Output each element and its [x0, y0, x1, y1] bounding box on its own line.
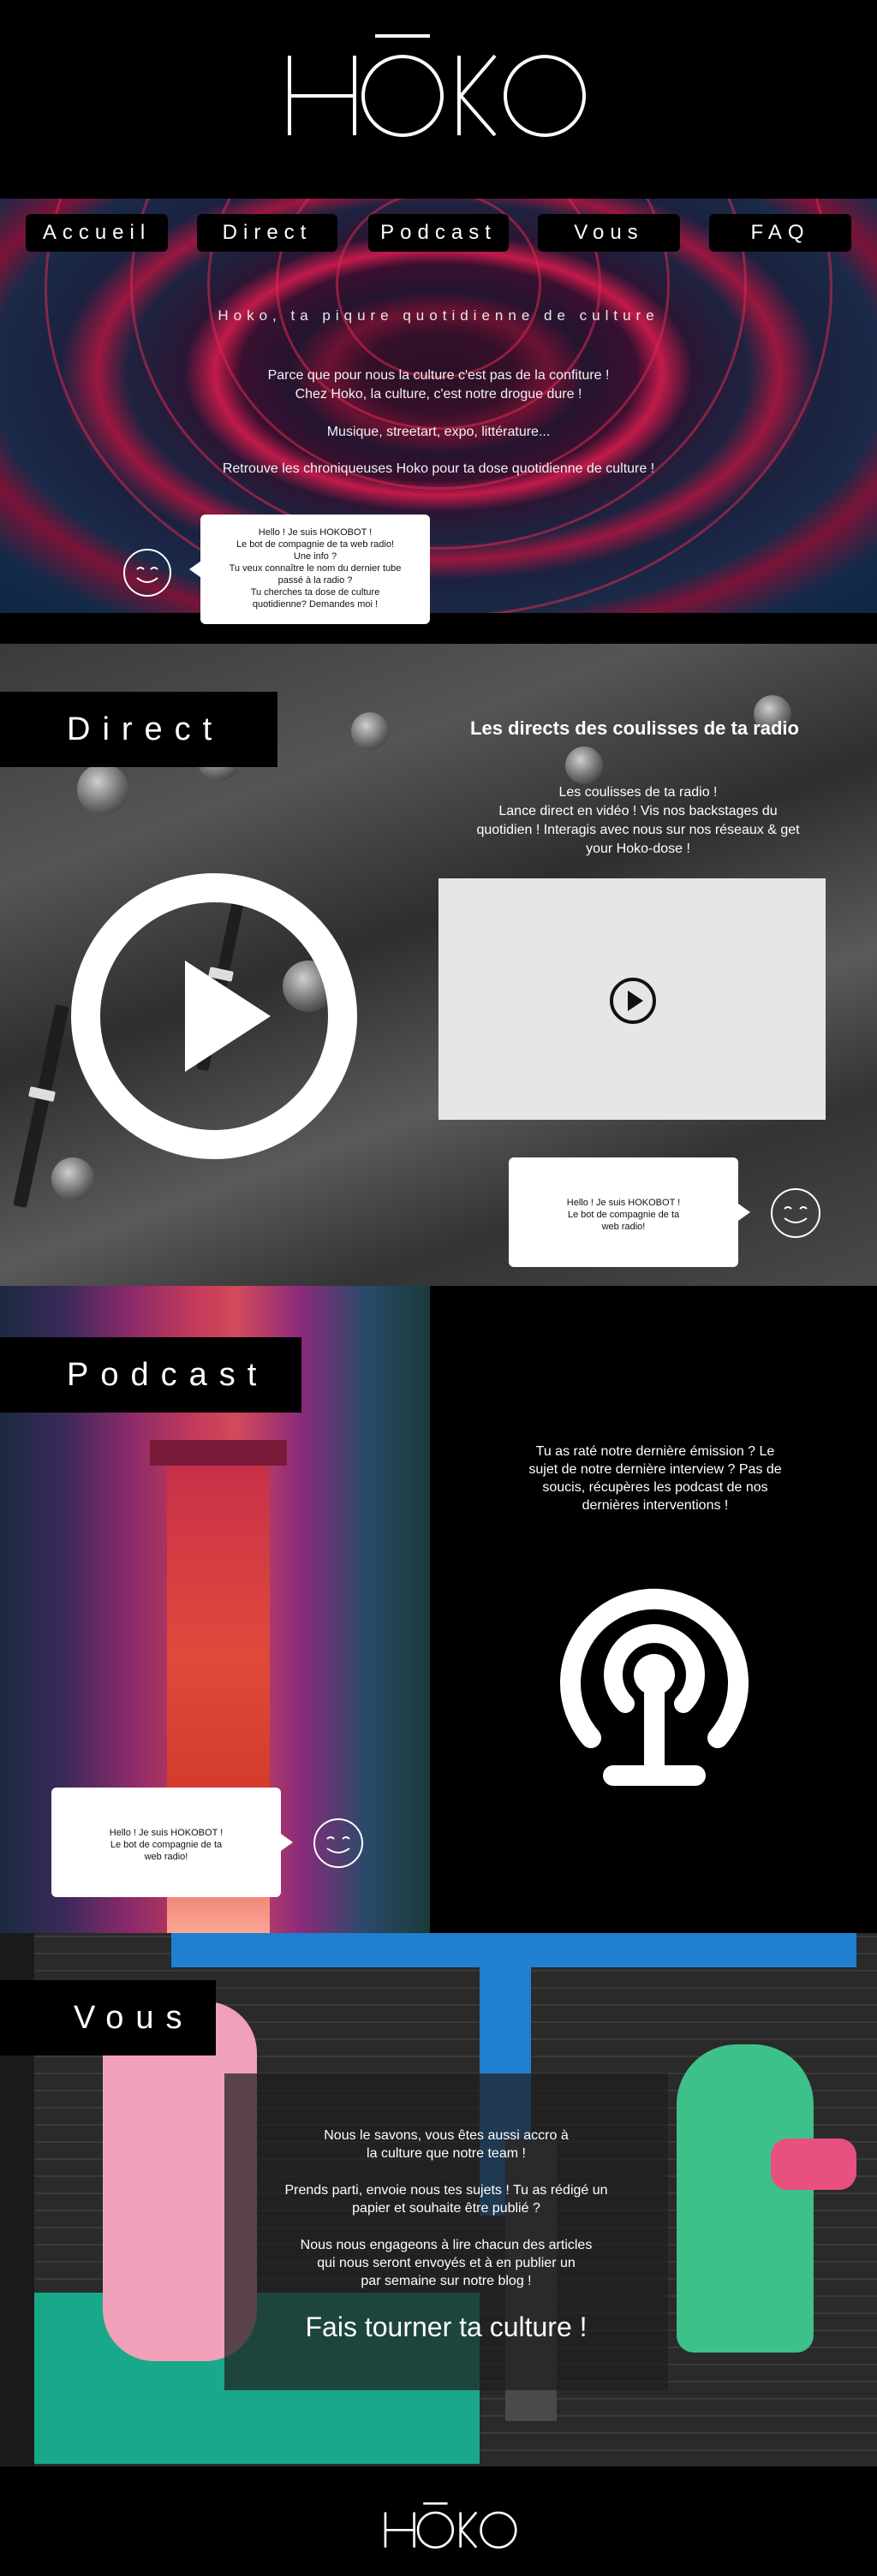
- bubble-line: Tu cherches ta dose de culture: [250, 587, 380, 598]
- bubble-line: Le bot de compagnie de ta web radio!: [236, 539, 395, 550]
- vous-line: par semaine sur notre blog !: [361, 2274, 532, 2288]
- play-icon[interactable]: [608, 976, 658, 1026]
- hero-line: Musique, streetart, expo, littérature...: [326, 425, 551, 439]
- vous-line: Nous le savons, vous êtes aussi accro à: [324, 2128, 569, 2143]
- nav-item-faq[interactable]: FAQ: [709, 214, 851, 252]
- hokobot-bubble: Hello ! Je suis HOKOBOT ! Le bot de comp…: [509, 1157, 738, 1267]
- vous-line: Nous nous engageons à lire chacun des ar…: [300, 2238, 593, 2252]
- nav-item-podcast[interactable]: Podcast: [368, 214, 509, 252]
- podcast-line: dernières interventions !: [582, 1498, 729, 1513]
- bubble-line: Tu veux connaître le nom du dernier tube: [229, 563, 402, 574]
- podcast-icon[interactable]: [558, 1584, 750, 1793]
- direct-description: Les coulisses de ta radio ! Lance direct…: [445, 783, 831, 859]
- direct-line: Lance direct en vidéo ! Vis nos backstag…: [498, 804, 778, 818]
- vous-cta[interactable]: Fais tourner ta culture !: [224, 2311, 668, 2343]
- vous-paragraph: Prends parti, envoie nous tes sujets ! T…: [224, 2181, 668, 2217]
- bubble-line: web radio!: [144, 1852, 188, 1862]
- bubble-line: Hello ! Je suis HOKOBOT !: [109, 1828, 224, 1838]
- podcast-line: Tu as raté notre dernière émission ? Le: [535, 1444, 775, 1459]
- site-footer: [0, 2466, 877, 2576]
- smiley-icon[interactable]: [771, 1188, 820, 1238]
- hokobot-bubble: Hello ! Je suis HOKOBOT ! Le bot de comp…: [200, 515, 430, 624]
- smiley-icon[interactable]: [123, 549, 171, 597]
- section-label-vous: Vous: [0, 1980, 216, 2055]
- podcast-description: Tu as raté notre dernière émission ? Le …: [497, 1443, 814, 1514]
- play-icon[interactable]: [69, 871, 360, 1162]
- smiley-icon[interactable]: [313, 1818, 363, 1868]
- bubble-line: Le bot de compagnie de ta: [110, 1840, 223, 1850]
- hero-line: Parce que pour nous la culture c'est pas…: [267, 368, 610, 383]
- direct-line: your Hoko-dose !: [586, 842, 690, 856]
- section-label-direct: Direct: [0, 692, 277, 767]
- vous-line: qui nous seront envoyés et à en publier …: [317, 2256, 576, 2270]
- hoko-logo[interactable]: [379, 2499, 524, 2552]
- podcast-line: soucis, récupères les podcast de nos: [542, 1480, 768, 1495]
- direct-line: Les coulisses de ta radio !: [558, 785, 718, 800]
- vous-paragraph: Nous nous engageons à lire chacun des ar…: [224, 2236, 668, 2290]
- vous-line: la culture que notre team !: [367, 2146, 526, 2161]
- vous-line: Prends parti, envoie nous tes sujets ! T…: [284, 2183, 608, 2198]
- bubble-arrow: [189, 561, 201, 578]
- main-nav: Accueil Direct Podcast Vous FAQ: [0, 214, 877, 255]
- bubble-arrow: [281, 1834, 293, 1851]
- live-video-player[interactable]: [438, 878, 826, 1120]
- bubble-line: Le bot de compagnie de ta: [567, 1210, 680, 1220]
- podcast-line: sujet de notre dernière interview ? Pas …: [528, 1462, 782, 1477]
- vous-paragraph: Nous le savons, vous êtes aussi accro à …: [224, 2127, 668, 2163]
- hokobot-bubble: Hello ! Je suis HOKOBOT ! Le bot de comp…: [51, 1788, 281, 1897]
- bubble-line: quotidienne? Demandes moi !: [252, 599, 379, 610]
- nav-item-accueil[interactable]: Accueil: [26, 214, 168, 252]
- bubble-line: passé à la radio ?: [277, 575, 353, 586]
- section-label-podcast: Podcast: [0, 1337, 301, 1413]
- direct-title: Les directs des coulisses de ta radio: [470, 717, 799, 739]
- hero-line: Chez Hoko, la culture, c'est notre drogu…: [295, 387, 582, 402]
- site-header: [0, 0, 877, 199]
- bubble-line: web radio!: [601, 1222, 646, 1232]
- hoko-logo[interactable]: [286, 26, 591, 146]
- hero-line: Retrouve les chroniqueuses Hoko pour ta …: [222, 461, 655, 476]
- bubble-arrow: [738, 1204, 750, 1221]
- nav-item-direct[interactable]: Direct: [197, 214, 337, 252]
- hero-title: Hoko, ta piqure quotidienne de culture: [218, 307, 659, 324]
- direct-line: quotidien ! Interagis avec nous sur nos …: [476, 823, 800, 837]
- nav-item-vous[interactable]: Vous: [538, 214, 680, 252]
- vous-line: papier et souhaite être publié ?: [352, 2201, 540, 2216]
- bubble-line: Hello ! Je suis HOKOBOT !: [258, 527, 373, 538]
- bubble-line: Une info ?: [293, 551, 337, 562]
- bubble-line: Hello ! Je suis HOKOBOT !: [566, 1198, 681, 1208]
